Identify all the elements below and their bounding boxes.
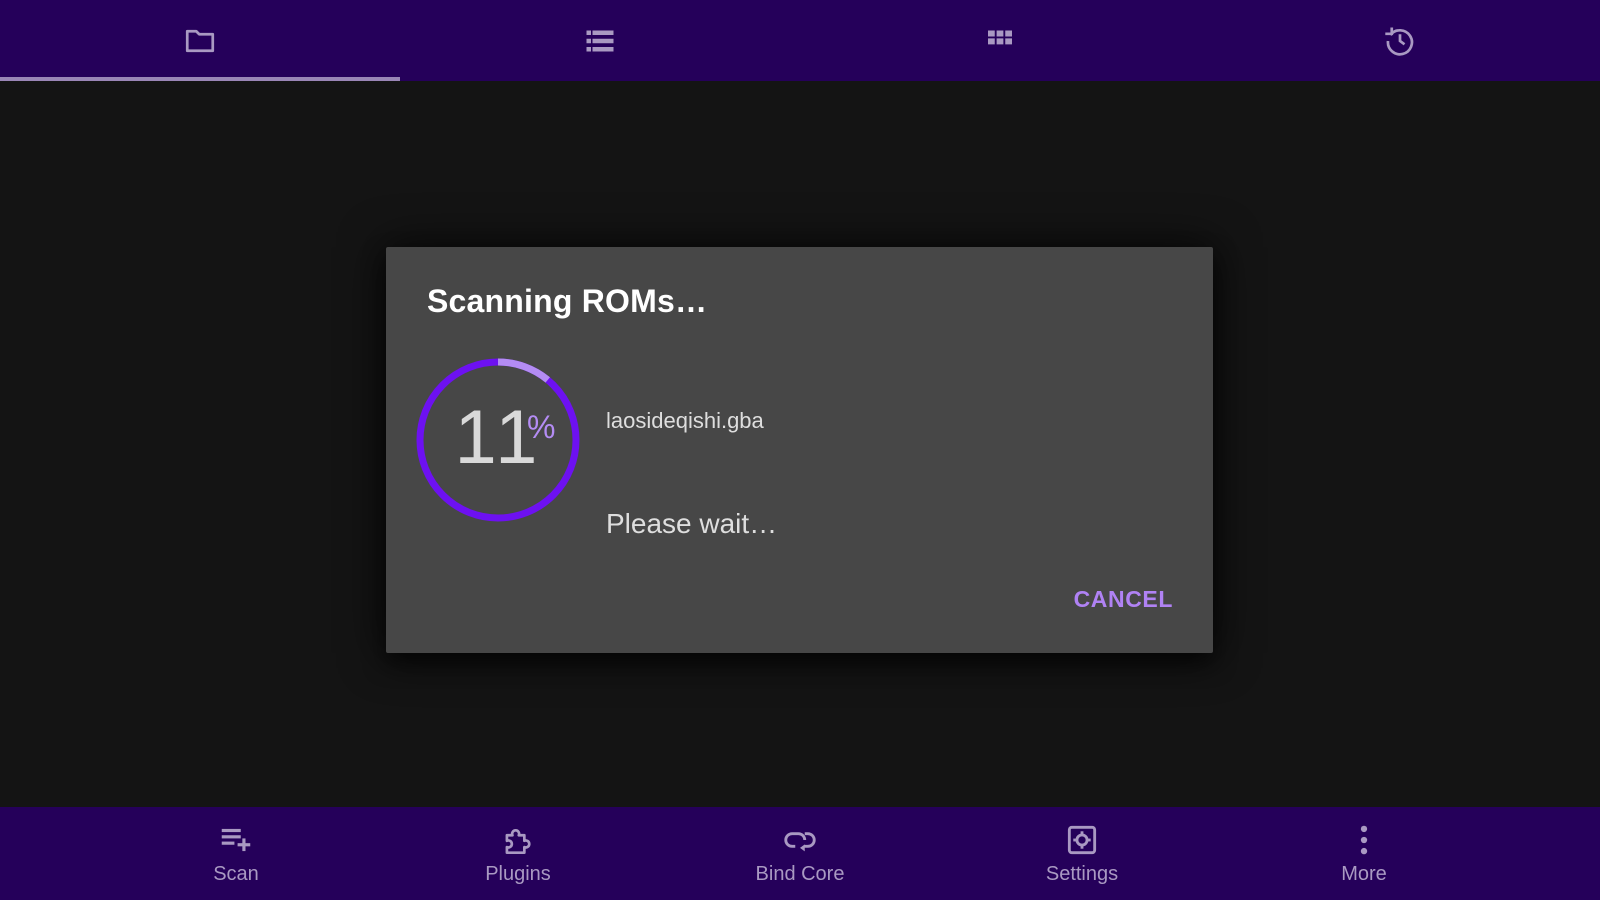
grid-icon [988, 30, 1012, 44]
scan-dialog: Scanning ROMs… 11 % laosideqishi.gba Ple… [386, 247, 1213, 653]
nav-plugins-label: Plugins [485, 863, 551, 885]
nav-more-label: More [1341, 863, 1387, 885]
list-icon [586, 30, 614, 51]
nav-plugins[interactable]: Plugins [377, 807, 659, 900]
tab-grid[interactable] [800, 0, 1200, 81]
tab-history[interactable] [1200, 0, 1600, 81]
plugins-icon [505, 829, 531, 855]
nav-settings[interactable]: Settings [941, 807, 1223, 900]
bottom-nav: Scan Plugins Bind Core Settings More [0, 807, 1600, 900]
progress-value: 11 [454, 395, 542, 480]
nav-scan[interactable]: Scan [95, 807, 377, 900]
progress-unit: % [527, 409, 556, 445]
history-icon [1385, 27, 1414, 56]
tab-list[interactable] [400, 0, 800, 81]
nav-settings-label: Settings [1045, 863, 1119, 885]
bind-core-icon [784, 832, 816, 852]
nav-scan-label: Scan [213, 863, 259, 885]
scan-icon [221, 828, 251, 852]
top-tab-bar [0, 0, 1600, 81]
dialog-title: Scanning ROMs… [427, 283, 708, 319]
wait-message: Please wait… [606, 508, 778, 539]
folder-icon [185, 29, 215, 52]
nav-bind-core[interactable]: Bind Core [659, 807, 941, 900]
scanning-file-name: laosideqishi.gba [606, 408, 764, 433]
settings-icon [1067, 825, 1097, 855]
more-icon [1360, 825, 1368, 855]
nav-bind-core-label: Bind Core [755, 863, 845, 885]
cancel-button[interactable]: CANCEL [1070, 576, 1177, 623]
tab-folders[interactable] [0, 0, 400, 81]
nav-more[interactable]: More [1223, 807, 1505, 900]
